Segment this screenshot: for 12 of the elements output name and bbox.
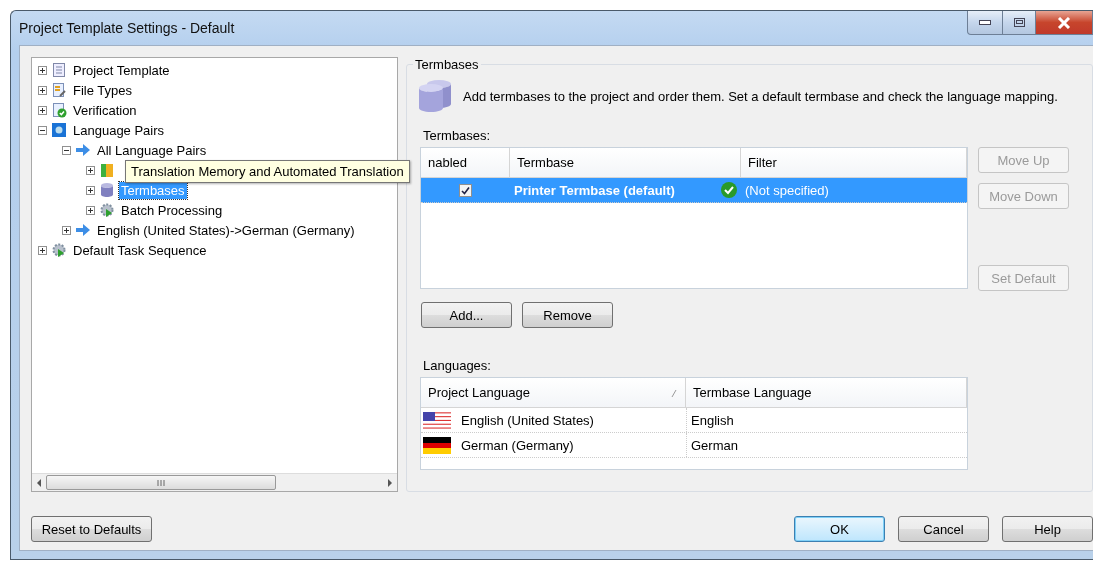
group-title: Termbases (414, 57, 480, 72)
languages-label: Languages: (423, 358, 492, 373)
table-cell: English (United States) (461, 412, 594, 428)
table-cell: (Not specified) (745, 182, 829, 198)
termbases-label: Termbases: (423, 128, 492, 143)
description-text: Add termbases to the project and order them. Set a default termbase and check the language mapping. (463, 88, 1058, 104)
tooltip: Translation Memory and Automated Translation (125, 160, 410, 183)
table-cell: German (Germany) (461, 437, 574, 453)
window-title: Project Template Settings - Default (18, 19, 235, 36)
table-cell: Printer Termbase (default) (514, 182, 675, 198)
table-cell: English (691, 412, 734, 428)
table-cell: German (691, 437, 738, 453)
